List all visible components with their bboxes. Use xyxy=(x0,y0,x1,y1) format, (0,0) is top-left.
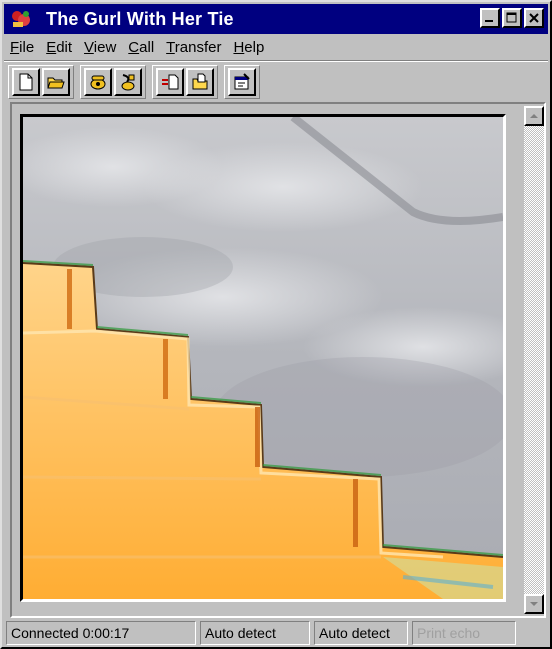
maximize-button[interactable] xyxy=(502,8,522,28)
arrow-down-icon xyxy=(530,602,538,606)
toolbar-group-call xyxy=(80,65,146,99)
terminal-area[interactable] xyxy=(10,102,546,618)
open-button[interactable] xyxy=(42,68,70,96)
close-button[interactable] xyxy=(524,8,544,28)
minimize-icon xyxy=(485,20,493,22)
hyperterminal-icon[interactable] xyxy=(10,8,32,30)
arrow-up-icon xyxy=(530,114,538,118)
scroll-up-button[interactable] xyxy=(524,106,544,126)
close-icon xyxy=(529,13,539,23)
staircase-photo xyxy=(23,117,503,599)
menu-separator xyxy=(4,60,548,62)
connect-button[interactable] xyxy=(84,68,112,96)
window-title: The Gurl With Her Tie xyxy=(46,8,234,29)
status-emulation: Auto detect xyxy=(200,621,310,645)
receive-button[interactable] xyxy=(186,68,214,96)
vertical-scrollbar[interactable] xyxy=(524,106,544,614)
send-file-icon xyxy=(162,74,179,90)
menu-view[interactable]: View xyxy=(78,39,122,56)
toolbar xyxy=(8,64,266,100)
new-button[interactable] xyxy=(12,68,40,96)
open-folder-icon xyxy=(47,77,65,89)
status-print-echo: Print echo xyxy=(412,621,516,645)
disconnect-button[interactable] xyxy=(114,68,142,96)
menu-file[interactable]: File xyxy=(4,39,40,56)
title-bar[interactable]: The Gurl With Her Tie xyxy=(4,4,548,34)
status-bar: Connected 0:00:17 Auto detect Auto detec… xyxy=(6,621,520,645)
toolbar-group-transfer xyxy=(152,65,218,99)
toolbar-group-properties xyxy=(224,65,260,99)
menu-call[interactable]: Call xyxy=(122,39,160,56)
properties-button[interactable] xyxy=(228,68,256,96)
maximize-icon xyxy=(506,12,517,23)
status-settings: Auto detect xyxy=(314,621,408,645)
properties-icon xyxy=(234,73,250,90)
new-document-icon xyxy=(19,73,33,91)
terminal-image xyxy=(20,114,506,602)
toolbar-group-file xyxy=(8,65,74,99)
scroll-down-button[interactable] xyxy=(524,594,544,614)
connect-phone-icon xyxy=(90,75,106,90)
disconnect-phone-icon xyxy=(121,74,135,91)
menu-edit[interactable]: Edit xyxy=(40,39,78,56)
menu-transfer[interactable]: Transfer xyxy=(160,39,227,56)
menu-bar: File Edit View Call Transfer Help xyxy=(4,35,270,59)
minimize-button[interactable] xyxy=(480,8,500,28)
status-connection: Connected 0:00:17 xyxy=(6,621,196,645)
menu-help[interactable]: Help xyxy=(227,39,270,56)
send-button[interactable] xyxy=(156,68,184,96)
receive-file-icon xyxy=(192,73,208,90)
app-window: The Gurl With Her Tie File Edit View Cal… xyxy=(0,0,552,649)
